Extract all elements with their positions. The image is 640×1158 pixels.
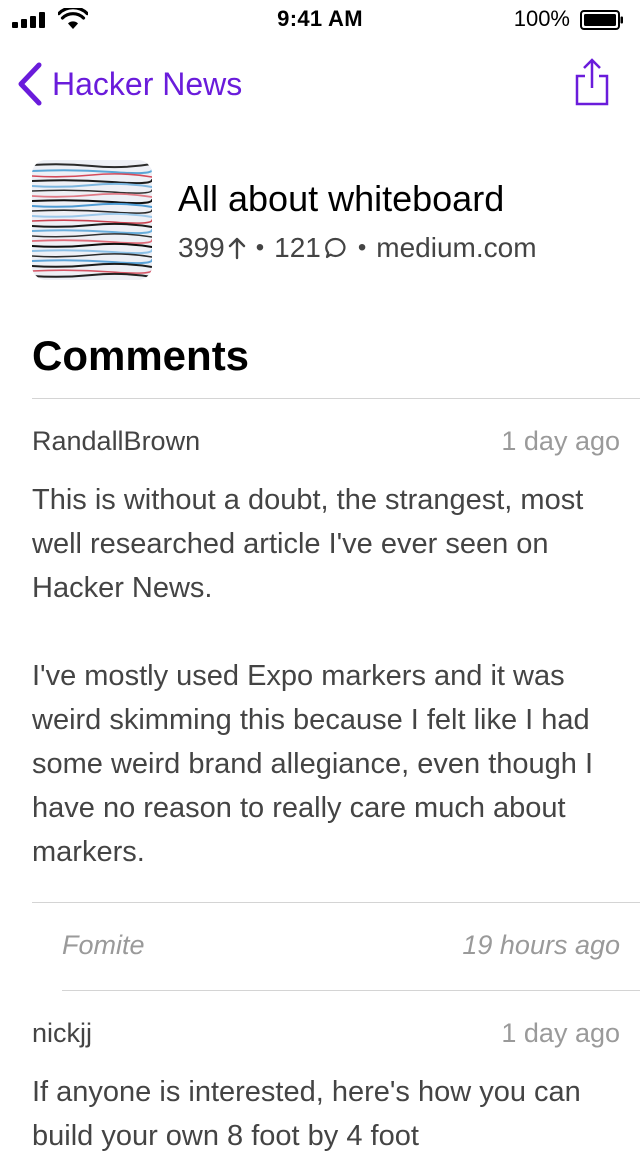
- share-icon[interactable]: [574, 58, 610, 106]
- chevron-left-icon: [18, 62, 42, 106]
- comment-paragraph: This is without a doubt, the strangest, …: [32, 484, 584, 604]
- comments-heading: Comments: [32, 332, 250, 379]
- comment-body: If anyone is interested, here's how you …: [32, 1070, 612, 1158]
- comment-paragraph: I've mostly used Expo markers and it was…: [32, 660, 594, 868]
- comment-author[interactable]: Fomite: [62, 930, 145, 961]
- separator-dot: •: [255, 234, 265, 261]
- status-bar: 9:41 AM 100%: [0, 0, 640, 40]
- divider: [32, 398, 640, 399]
- story-header[interactable]: All about whiteboard 399 • 121 • medium.…: [32, 160, 608, 280]
- comment-time: 19 hours ago: [462, 930, 620, 960]
- comments-count: 121: [274, 232, 321, 263]
- comment-author[interactable]: nickjj: [32, 1018, 92, 1049]
- battery-icon: [580, 10, 623, 30]
- comment-paragraph: If anyone is interested, here's how you …: [32, 1076, 581, 1152]
- story-meta: 399 • 121 • medium.com: [178, 232, 537, 264]
- points-count: 399: [178, 232, 225, 263]
- speech-bubble-icon: [324, 237, 346, 259]
- comment-body: This is without a doubt, the strangest, …: [32, 478, 612, 874]
- comment-time: 1 day ago: [501, 1018, 620, 1048]
- comment-author[interactable]: RandallBrown: [32, 426, 200, 457]
- story-title: All about whiteboard: [178, 178, 505, 219]
- divider: [62, 990, 640, 991]
- separator-dot: •: [357, 234, 367, 261]
- battery-percent: 100%: [513, 6, 570, 31]
- story-thumbnail: [32, 160, 152, 280]
- divider: [32, 902, 640, 903]
- back-label: Hacker News: [52, 65, 243, 102]
- arrow-up-icon: [228, 237, 245, 260]
- story-domain[interactable]: medium.com: [376, 232, 536, 264]
- back-button[interactable]: Hacker News: [16, 62, 242, 106]
- comment-time: 1 day ago: [501, 426, 620, 456]
- navigation-bar: Hacker News: [0, 40, 640, 128]
